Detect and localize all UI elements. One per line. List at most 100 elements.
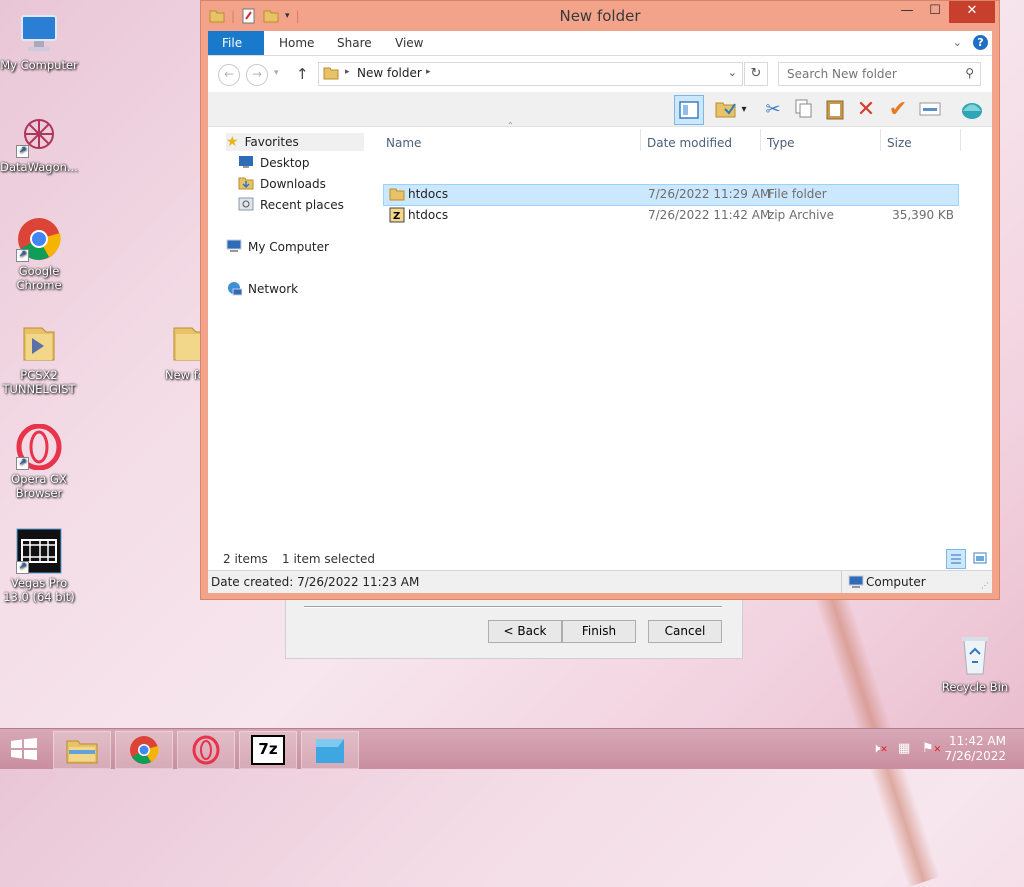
selection-count: 1 item selected [282,552,376,566]
nav-desktop[interactable]: Desktop [238,154,310,172]
clock-date: 7/26/2022 [944,749,1006,763]
recycle-bin-icon [952,632,998,678]
desktop-icon-new-folder[interactable]: New fo [150,320,200,382]
search-icon[interactable]: ⚲ [965,66,974,80]
desktop-icon-recycle-bin[interactable]: Recycle Bin [936,632,1014,694]
shortcut-arrow-icon: ↗ [16,457,29,470]
date-created: Date created: 7/26/2022 11:23 AM [211,575,420,589]
desktop-icon-vegas[interactable]: ↗ Vegas Pro 13.0 (64 bit) [0,528,78,604]
tab-view[interactable]: View [381,31,437,55]
taskbar-opera[interactable] [177,731,235,769]
resize-grip-icon[interactable]: ⋰ [981,581,989,590]
desktop-icon-label: PCSX2 TUNNELGIST [2,368,76,396]
opera-icon: ↗ [16,423,62,471]
paste-icon[interactable] [821,95,849,123]
column-name[interactable]: Name [386,131,421,155]
large-icons-view-icon[interactable] [972,550,988,566]
desktop-icon [238,155,254,172]
command-toolbar: ▾ ✂ ✕ ✔ [208,92,992,127]
tab-share[interactable]: Share [323,31,386,55]
desktop-icon-pcsx2[interactable]: PCSX2 TUNNELGIST [0,320,78,396]
folder-icon [170,320,200,366]
help-icon[interactable]: ? [973,35,988,50]
7zip-icon: 7z [251,735,285,765]
nav-downloads[interactable]: Downloads [238,175,326,193]
copy-icon[interactable] [790,95,818,123]
back-arrow-icon[interactable]: ← [218,64,240,86]
desktop-icon-label: My Computer [0,58,78,72]
wallpaper-streak [805,562,941,887]
taskbar-chrome[interactable] [115,731,173,769]
column-size[interactable]: Size [887,131,912,155]
file-list: ⌃ Name Date modified Type Size htdocs 7/… [383,121,992,547]
maximize-button[interactable]: ☐ [921,1,949,23]
clock-time: 11:42 AM [949,734,1006,748]
column-date-modified[interactable]: Date modified [647,131,732,155]
star-icon: ★ [226,134,239,150]
svg-text:Z: Z [393,211,400,222]
desktop-icon-label: Opera GX Browser [11,472,67,500]
file-type: zip Archive [768,208,834,222]
desktop-icon-datawagon[interactable]: ↗ DataWagon... [0,112,78,174]
nav-network[interactable]: Network [226,280,298,298]
computer-icon [848,574,864,593]
recent-dropdown-icon[interactable]: ▾ [274,68,279,78]
search-box: ⚲ [778,62,981,86]
close-button[interactable]: ✕ [949,1,995,23]
properties-icon[interactable] [916,95,944,123]
file-row-htdocs-zip[interactable]: Z htdocs 7/26/2022 11:42 AM zip Archive … [384,206,958,226]
toolbar-dropdown-icon[interactable]: ▾ [736,95,752,123]
nav-label: Recent places [260,198,344,212]
taskbar-app[interactable] [301,731,359,769]
finish-button[interactable]: Finish [562,620,636,643]
folder-icon [389,186,405,205]
system-clock[interactable]: 11:42 AM 7/26/2022 [944,734,1006,764]
taskbar-7zip[interactable]: 7z [239,731,297,769]
file-explorer-icon [66,740,98,764]
address-bar[interactable]: ▸ New folder ▸ ⌄ [318,62,743,86]
column-type[interactable]: Type [767,131,795,155]
file-name: htdocs [408,208,449,222]
cut-icon[interactable]: ✂ [759,95,787,123]
back-button[interactable]: < Back [488,620,562,643]
search-input[interactable] [785,66,959,82]
details-view-icon[interactable] [946,549,966,569]
desktop-icon-chrome[interactable]: ↗ Google Chrome [0,216,78,292]
tab-file[interactable]: File [208,31,264,55]
minimize-button[interactable]: — [893,1,921,23]
start-windows-icon[interactable] [10,738,38,763]
up-arrow-icon[interactable]: ↑ [296,65,309,83]
tab-home[interactable]: Home [265,31,328,55]
shortcut-arrow-icon: ↗ [16,145,29,158]
nav-recent-places[interactable]: Recent places [238,196,344,214]
forward-arrow-icon[interactable]: → [246,64,268,86]
film-icon: ↗ [16,528,62,574]
nav-favorites[interactable]: ★ Favorites [226,133,364,151]
breadcrumb-new-folder[interactable]: New folder [357,66,422,80]
volume-muted-icon[interactable]: 🕨✕ [872,741,888,756]
refresh-icon[interactable]: ↻ [744,62,768,86]
breadcrumb-separator-icon[interactable]: ▸ [426,67,431,77]
nav-my-computer[interactable]: My Computer [226,238,329,256]
network-status-icon[interactable]: ▦ [898,741,910,756]
network-globe-icon[interactable] [958,95,986,123]
address-dropdown-icon[interactable]: ⌄ [728,66,737,79]
desktop-icon-opera[interactable]: ↗ Opera GX Browser [0,423,78,500]
explorer-window: | ▾ | New folder — ☐ ✕ File Home Share V… [200,0,1000,600]
action-center-flag-icon[interactable]: ⚑✕ [922,741,941,756]
computer-icon [16,10,62,56]
breadcrumb-separator-icon: ▸ [345,67,350,77]
desktop-icon-my-computer[interactable]: My Computer [0,10,78,72]
nav-label: Favorites [244,135,299,149]
rename-check-icon[interactable]: ✔ [884,95,912,123]
chrome-icon [130,736,159,764]
delete-icon[interactable]: ✕ [852,95,880,123]
cancel-button[interactable]: Cancel [648,620,722,643]
file-type: File folder [768,187,827,201]
nav-label: My Computer [248,240,329,254]
ribbon-expand-icon[interactable]: ⌄ [953,36,962,49]
title-bar[interactable]: | ▾ | New folder — ☐ ✕ [201,1,999,31]
taskbar-file-explorer[interactable] [53,731,111,769]
file-row-htdocs-folder[interactable]: htdocs 7/26/2022 11:29 AM File folder [383,184,959,206]
preview-pane-icon[interactable] [674,95,704,125]
